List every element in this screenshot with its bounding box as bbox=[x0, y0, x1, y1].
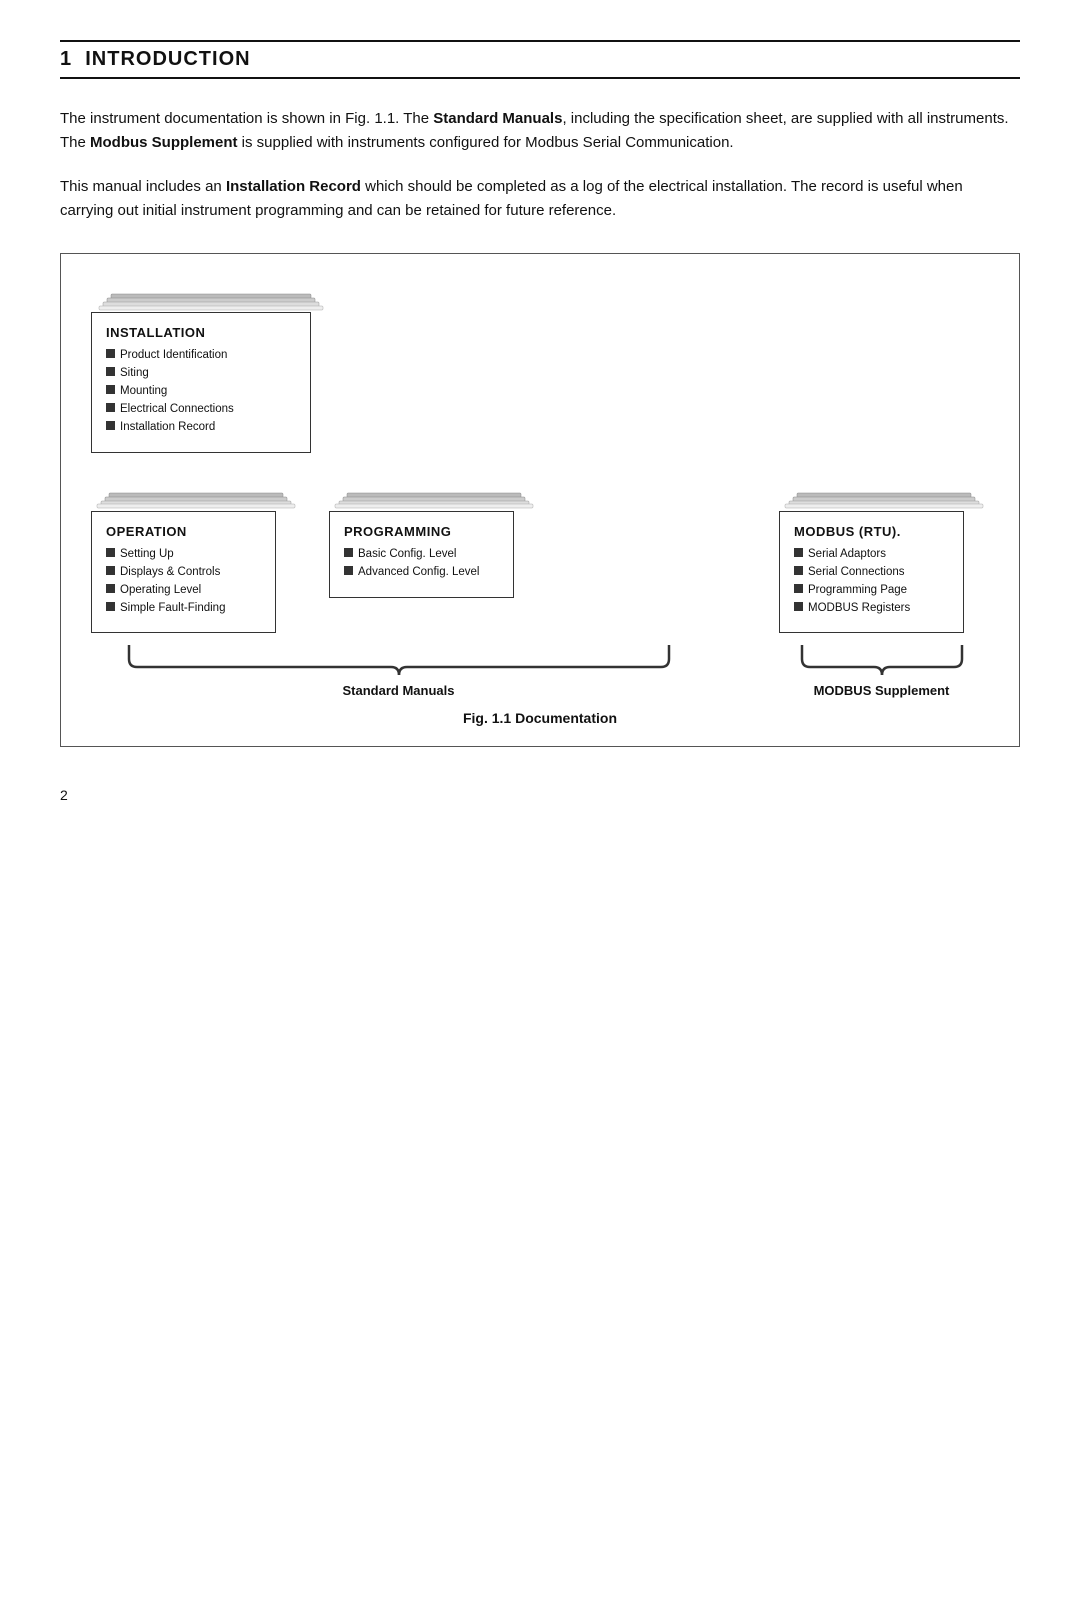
section-title: INTRODUCTION bbox=[85, 48, 250, 70]
bullet bbox=[106, 385, 115, 394]
modbus-supplement-label: MODBUS Supplement bbox=[814, 683, 950, 698]
book-operation: OPERATION Setting Up Displays & Controls… bbox=[91, 483, 301, 634]
bullet bbox=[794, 584, 803, 593]
item-label: Serial Adaptors bbox=[808, 547, 886, 562]
p2-text1: This manual includes an bbox=[60, 178, 226, 195]
item-label: MODBUS Registers bbox=[808, 601, 910, 616]
prog-item-2: Advanced Config. Level bbox=[344, 565, 499, 580]
figure-caption: Fig. 1.1 Documentation bbox=[91, 710, 989, 726]
section-number: 1 bbox=[60, 48, 72, 70]
book-installation: INSTALLATION Product Identification Siti… bbox=[91, 284, 331, 453]
prog-item-1: Basic Config. Level bbox=[344, 547, 499, 562]
modbus-title: MODBUS (RTU). bbox=[794, 524, 949, 539]
book-modbus: MODBUS (RTU). Serial Adaptors Serial Con… bbox=[779, 483, 989, 634]
p1-bold2: Modbus Supplement bbox=[90, 134, 238, 151]
bullet bbox=[794, 566, 803, 575]
top-books-row: INSTALLATION Product Identification Siti… bbox=[91, 284, 989, 453]
bullet bbox=[794, 602, 803, 611]
p1-bold1: Standard Manuals bbox=[433, 110, 562, 127]
install-item-1: Product Identification bbox=[106, 348, 296, 363]
bullet bbox=[106, 349, 115, 358]
bullet bbox=[106, 602, 115, 611]
p2-bold: Installation Record bbox=[226, 178, 361, 195]
standard-brace-svg bbox=[109, 641, 689, 677]
section-header: 1 INTRODUCTION bbox=[60, 40, 1020, 79]
op-item-2: Displays & Controls bbox=[106, 565, 261, 580]
bullet bbox=[344, 548, 353, 557]
item-label: Operating Level bbox=[120, 583, 201, 598]
modbus-brace-svg bbox=[782, 641, 982, 677]
bullet bbox=[106, 584, 115, 593]
item-label: Simple Fault-Finding bbox=[120, 601, 225, 616]
item-label: Mounting bbox=[120, 384, 167, 399]
op-item-1: Setting Up bbox=[106, 547, 261, 562]
op-item-4: Simple Fault-Finding bbox=[106, 601, 261, 616]
modbus-cover: MODBUS (RTU). Serial Adaptors Serial Con… bbox=[779, 511, 964, 634]
figure-box: INSTALLATION Product Identification Siti… bbox=[60, 253, 1020, 747]
install-item-2: Siting bbox=[106, 366, 296, 381]
modbus-supplement-group: MODBUS Supplement bbox=[774, 641, 989, 698]
item-label: Installation Record bbox=[120, 420, 215, 435]
op-item-3: Operating Level bbox=[106, 583, 261, 598]
modbus-item-4: MODBUS Registers bbox=[794, 601, 949, 616]
operation-title: OPERATION bbox=[106, 524, 261, 539]
operation-cover: OPERATION Setting Up Displays & Controls… bbox=[91, 511, 276, 634]
book-programming: PROGRAMMING Basic Config. Level Advanced… bbox=[329, 483, 539, 598]
p1-text1: The instrument documentation is shown in… bbox=[60, 110, 433, 127]
item-label: Programming Page bbox=[808, 583, 907, 598]
modbus-item-2: Serial Connections bbox=[794, 565, 949, 580]
modbus-item-1: Serial Adaptors bbox=[794, 547, 949, 562]
install-item-5: Installation Record bbox=[106, 420, 296, 435]
bullet bbox=[106, 403, 115, 412]
installation-title: INSTALLATION bbox=[106, 325, 296, 340]
item-label: Basic Config. Level bbox=[358, 547, 456, 562]
item-label: Siting bbox=[120, 366, 149, 381]
item-label: Displays & Controls bbox=[120, 565, 220, 580]
caption-text: Fig. 1.1 Documentation bbox=[463, 710, 617, 726]
installation-cover: INSTALLATION Product Identification Siti… bbox=[91, 312, 311, 453]
page-num-text: 2 bbox=[60, 787, 68, 803]
item-label: Setting Up bbox=[120, 547, 174, 562]
item-label: Serial Connections bbox=[808, 565, 905, 580]
book-pages-modbus bbox=[779, 483, 989, 511]
bullet bbox=[106, 367, 115, 376]
item-label: Electrical Connections bbox=[120, 402, 234, 417]
book-pages-programming bbox=[329, 483, 539, 511]
standard-manuals-label: Standard Manuals bbox=[343, 683, 455, 698]
bullet bbox=[794, 548, 803, 557]
book-pages-operation bbox=[91, 483, 301, 511]
install-item-4: Electrical Connections bbox=[106, 402, 296, 417]
page-number: 2 bbox=[60, 787, 1020, 803]
intro-paragraph-2: This manual includes an Installation Rec… bbox=[60, 175, 1020, 223]
page-title: 1 INTRODUCTION bbox=[60, 48, 251, 70]
bullet bbox=[106, 566, 115, 575]
item-label: Advanced Config. Level bbox=[358, 565, 479, 580]
p1-text3: is supplied with instruments configured … bbox=[238, 134, 734, 151]
install-item-3: Mounting bbox=[106, 384, 296, 399]
intro-paragraph-1: The instrument documentation is shown in… bbox=[60, 107, 1020, 155]
standard-manuals-group: Standard Manuals bbox=[91, 641, 706, 698]
programming-cover: PROGRAMMING Basic Config. Level Advanced… bbox=[329, 511, 514, 598]
book-pages-top bbox=[91, 284, 331, 312]
bullet bbox=[344, 566, 353, 575]
programming-title: PROGRAMMING bbox=[344, 524, 499, 539]
bullet bbox=[106, 421, 115, 430]
modbus-item-3: Programming Page bbox=[794, 583, 949, 598]
item-label: Product Identification bbox=[120, 348, 227, 363]
bullet bbox=[106, 548, 115, 557]
